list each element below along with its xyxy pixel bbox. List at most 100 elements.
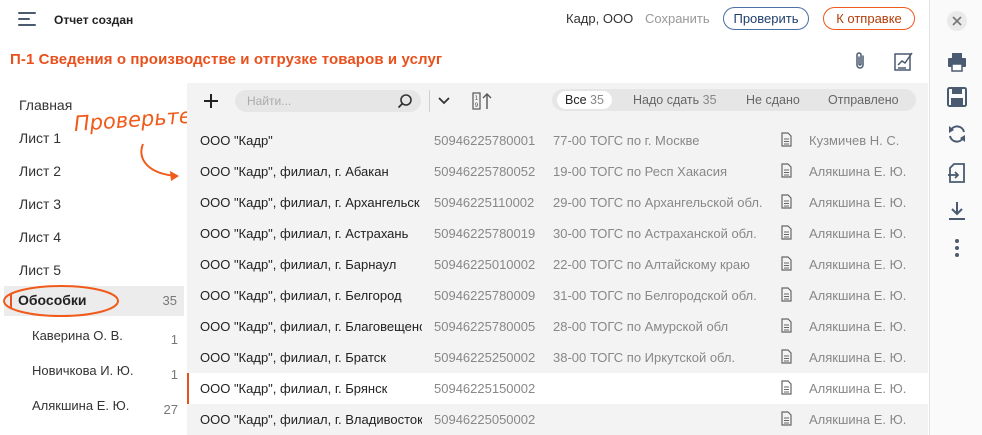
sidebar-item-sheet-3[interactable]: Лист 3 — [19, 196, 61, 212]
document-icon[interactable] — [781, 318, 792, 333]
responsible-person: Кузмичев Н. С. — [809, 133, 900, 148]
refresh-icon[interactable] — [946, 123, 968, 145]
filter-tab-label: Надо сдать — [633, 93, 700, 107]
sidebar-item-branches[interactable]: Обособки 35 — [4, 286, 184, 316]
filter-tab-label: Не сдано — [746, 93, 800, 107]
document-icon[interactable] — [781, 225, 792, 240]
import-icon[interactable] — [946, 162, 968, 184]
branch-code: 50946225780009 — [434, 288, 536, 303]
send-button[interactable]: К отправке — [823, 7, 915, 30]
add-icon[interactable] — [200, 90, 222, 112]
branch-name: ООО "Кадр", филиал, г. Владивосток — [200, 412, 422, 427]
document-icon[interactable] — [781, 287, 792, 302]
branch-code: 50946225050002 — [434, 412, 536, 427]
branch-code: 50946225780052 — [434, 164, 536, 179]
responsible-person: Алякшина Е. Ю. — [809, 226, 907, 241]
active-marker — [10, 294, 12, 308]
branch-tofk: 38-00 ТОГС по Иркутской обл. — [553, 350, 736, 365]
responsible-person: Алякшина Е. Ю. — [809, 288, 907, 303]
sidebar-item-sheet-5[interactable]: Лист 5 — [19, 262, 61, 278]
download-icon[interactable] — [946, 200, 968, 222]
branch-tofk: 30-00 ТОГС по Астраханской обл. — [553, 226, 757, 241]
save-button[interactable]: Сохранить — [645, 11, 710, 26]
svg-text:9: 9 — [475, 102, 479, 109]
responsible-person: Алякшина Е. Ю. — [809, 195, 907, 210]
table-row[interactable]: ООО "Кадр", филиал, г. Благовещенск 5094… — [187, 311, 928, 342]
table-row[interactable]: ООО "Кадр", филиал, г. Барнаул 509462250… — [187, 249, 928, 280]
branch-code: 50946225010002 — [434, 257, 536, 272]
table-row[interactable]: ООО "Кадр", филиал, г. Астрахань 5094622… — [187, 218, 928, 249]
sidebar-item-sheet-4[interactable]: Лист 4 — [19, 229, 61, 245]
branch-tofk: 22-00 ТОГС по Алтайскому краю — [553, 257, 750, 272]
branch-code: 50946225250002 — [434, 350, 536, 365]
branch-name: ООО "Кадр", филиал, г. Брянск — [200, 381, 388, 396]
branch-name: ООО "Кадр", филиал, г. Архангельск — [200, 195, 420, 210]
list-panel: 1 9 Все 35 Надо сдать 35 Не сдано Отправ… — [187, 83, 928, 435]
selected-row-marker — [187, 373, 189, 404]
filter-tab-label: Все — [565, 93, 587, 107]
document-icon[interactable] — [781, 411, 792, 426]
sidebar-subitem-alyakshina[interactable]: Алякшина Е. Ю. 27 — [32, 398, 178, 417]
sidebar-item-label: Обособки — [18, 292, 87, 308]
org-name: Кадр, ООО — [566, 11, 634, 26]
check-button[interactable]: Проверить — [723, 7, 809, 30]
document-icon[interactable] — [781, 132, 792, 147]
table-row[interactable]: ООО "Кадр", филиал, г. Братск 5094622525… — [187, 342, 928, 373]
responsible-person: Алякшина Е. Ю. — [809, 319, 907, 334]
document-icon[interactable] — [781, 163, 792, 178]
branch-code: 50946225780019 — [434, 226, 536, 241]
search-input[interactable] — [247, 92, 387, 110]
document-icon[interactable] — [781, 349, 792, 364]
table-row[interactable]: ООО "Кадр", филиал, г. Белгород 50946225… — [187, 280, 928, 311]
filter-tab-all[interactable]: Все 35 — [557, 91, 612, 109]
sort-icon[interactable]: 1 9 — [470, 89, 496, 113]
sidebar-item-sheet-1[interactable]: Лист 1 — [19, 130, 61, 146]
table-row[interactable]: ООО "Кадр", филиал, г. Абакан 5094622578… — [187, 156, 928, 187]
search-icon[interactable] — [397, 93, 413, 109]
branch-code: 50946225150002 — [434, 381, 536, 396]
branch-name: ООО "Кадр", филиал, г. Барнаул — [200, 257, 397, 272]
more-icon[interactable] — [946, 237, 968, 259]
sidebar-subitem-label: Новичкова И. Ю. — [32, 363, 134, 378]
sidebar-item-sheet-2[interactable]: Лист 2 — [19, 163, 61, 179]
branch-code: 50946225780001 — [434, 133, 536, 148]
filter-tab-to-submit[interactable]: Надо сдать 35 — [633, 92, 717, 110]
chevron-down-icon[interactable] — [436, 93, 452, 109]
sidebar-subitem-label: Каверина О. В. — [32, 328, 123, 343]
document-icon[interactable] — [781, 256, 792, 271]
branch-tofk: 19-00 ТОГС по Респ Хакасия — [553, 164, 728, 179]
table-row[interactable]: ООО "Кадр", филиал, г. Владивосток 50946… — [187, 404, 928, 435]
branch-tofk: 77-00 ТОГС по г. Москве — [553, 133, 700, 148]
sidebar-subitem-kaverina[interactable]: Каверина О. В. 1 — [32, 328, 178, 347]
branch-tofk: 31-00 ТОГС по Белгородской обл. — [553, 288, 757, 303]
branch-name: ООО "Кадр", филиал, г. Абакан — [200, 164, 389, 179]
signature-icon[interactable] — [892, 50, 914, 72]
menu-icon[interactable] — [18, 12, 36, 26]
filter-tab-count: 35 — [702, 93, 717, 107]
paperclip-icon[interactable] — [853, 51, 867, 71]
right-toolbar — [929, 0, 982, 435]
filter-tab-sent[interactable]: Отправлено — [828, 92, 899, 110]
save-icon[interactable] — [946, 86, 968, 108]
responsible-person: Алякшина Е. Ю. — [809, 350, 907, 365]
responsible-person: Алякшина Е. Ю. — [809, 257, 907, 272]
table-row[interactable]: ООО "Кадр", филиал, г. Архангельск 50946… — [187, 187, 928, 218]
responsible-person: Алякшина Е. Ю. — [809, 381, 907, 396]
branch-name: ООО "Кадр", филиал, г. Благовещенск — [200, 319, 422, 334]
table-row[interactable]: ООО "Кадр", филиал, г. Брянск 5094622515… — [187, 373, 928, 404]
svg-text:1: 1 — [475, 95, 479, 102]
search-box — [235, 90, 421, 112]
document-icon[interactable] — [781, 194, 792, 209]
sidebar-item-main[interactable]: Главная — [19, 97, 72, 113]
table-row[interactable]: ООО "Кадр" 50946225780001 77-00 ТОГС по … — [187, 125, 928, 156]
responsible-person: Алякшина Е. Ю. — [809, 412, 907, 427]
sidebar-subitem-count: 1 — [170, 367, 178, 382]
printer-icon[interactable] — [946, 51, 968, 73]
sidebar-subitem-label: Алякшина Е. Ю. — [32, 398, 130, 413]
filter-tab-not-submitted[interactable]: Не сдано — [746, 92, 800, 110]
document-icon[interactable] — [781, 380, 792, 395]
sidebar: Главная Лист 1 Лист 2 Лист 3 Лист 4 Лист… — [0, 88, 186, 435]
top-bar: Отчет создан Кадр, ООО Сохранить Провери… — [0, 0, 928, 40]
sidebar-subitem-novichkova[interactable]: Новичкова И. Ю. 1 — [32, 363, 178, 382]
close-icon[interactable] — [946, 10, 968, 32]
